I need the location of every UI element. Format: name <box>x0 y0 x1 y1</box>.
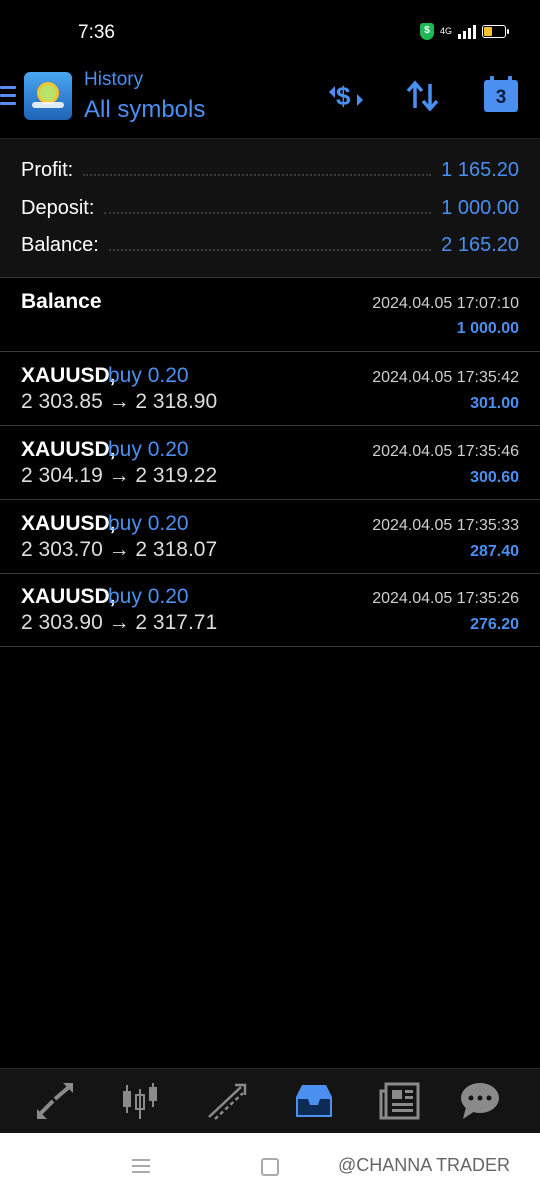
deal-symbol: XAUUSD, <box>21 585 116 608</box>
deal-type: buy 0.20 <box>108 364 189 387</box>
trade-lines-icon <box>208 1083 247 1120</box>
shield-icon: $ <box>419 23 434 40</box>
recent-apps-icon[interactable] <box>132 1159 150 1177</box>
status-bar: 7:36 $ 4G <box>0 0 540 64</box>
status-icons: $ 4G <box>419 23 509 40</box>
deal-prices: 2 304.19 → 2 319.22 <box>21 464 218 487</box>
system-navigation-bar: @CHANNA TRADER <box>0 1133 540 1200</box>
deal-symbol: XAUUSD, <box>21 438 116 461</box>
newspaper-icon <box>379 1082 420 1120</box>
chat-bubble-icon <box>461 1083 499 1119</box>
summary-panel: Profit: 1 165.20 Deposit: 1 000.00 Balan… <box>0 138 540 278</box>
deal-time: 2024.04.05 17:35:33 <box>372 517 519 534</box>
deal-type: buy 0.20 <box>108 585 189 608</box>
signal-icon <box>458 24 476 39</box>
deal-row[interactable]: XAUUSD, buy 0.20 2 303.70 → 2 318.07 202… <box>0 500 540 574</box>
history-tab[interactable] <box>292 1079 336 1123</box>
deal-type: buy 0.20 <box>108 512 189 535</box>
svg-text:$: $ <box>336 81 351 111</box>
deal-row[interactable]: XAUUSD, buy 0.20 2 303.85 → 2 318.90 202… <box>0 352 540 426</box>
deal-symbol: XAUUSD, <box>21 364 116 387</box>
deposit-label: Deposit: <box>21 196 95 219</box>
balance-op-label: Balance <box>21 290 102 313</box>
deal-type: buy 0.20 <box>108 438 189 461</box>
dotted-leader <box>108 239 432 251</box>
deposit-value: 1 000.00 <box>441 196 519 219</box>
candlestick-icon <box>123 1083 157 1119</box>
deposit-row: Deposit: 1 000.00 <box>21 193 519 223</box>
dollar-arrows-icon: $ <box>329 81 363 111</box>
deal-prices: 2 303.90 → 2 317.71 <box>21 611 218 634</box>
deal-profit: 276.20 <box>470 616 519 633</box>
page-subtitle: History <box>84 69 144 90</box>
balance-row: Balance: 2 165.20 <box>21 230 519 260</box>
deal-profit: 301.00 <box>470 395 519 412</box>
quotes-arrows-icon <box>37 1083 73 1119</box>
battery-icon <box>482 25 509 38</box>
watermark: @CHANNA TRADER <box>338 1155 510 1175</box>
balance-op-time: 2024.04.05 17:07:10 <box>372 295 519 312</box>
symbol-filter[interactable]: All symbols <box>84 96 205 124</box>
deal-row[interactable]: XAUUSD, buy 0.20 2 303.90 → 2 317.71 202… <box>0 573 540 647</box>
dotted-leader <box>104 202 432 214</box>
sort-arrows-icon <box>406 80 439 112</box>
metatrader-logo <box>24 72 72 120</box>
profit-row: Profit: 1 165.20 <box>21 155 519 185</box>
sort-button[interactable] <box>405 78 441 122</box>
menu-icon[interactable] <box>0 86 16 106</box>
deal-profit: 300.60 <box>470 469 519 486</box>
bottom-navigation <box>0 1068 540 1133</box>
app-bar <box>0 64 540 138</box>
deal-symbol: XAUUSD, <box>21 512 116 535</box>
news-tab[interactable] <box>378 1079 422 1123</box>
currency-filter-button[interactable]: $ <box>326 78 366 122</box>
calendar-button[interactable]: 3 <box>484 76 518 112</box>
profit-value: 1 165.20 <box>441 158 519 181</box>
balance-op-amount: 1 000.00 <box>456 320 519 337</box>
deal-row[interactable]: XAUUSD, buy 0.20 2 304.19 → 2 319.22 202… <box>0 426 540 500</box>
status-time: 7:36 <box>78 22 115 43</box>
balance-label: Balance: <box>21 233 99 256</box>
chat-tab[interactable] <box>458 1079 502 1123</box>
deal-time: 2024.04.05 17:35:42 <box>372 369 519 386</box>
deal-time: 2024.04.05 17:35:46 <box>372 443 519 460</box>
balance-operation-row[interactable]: Balance 2024.04.05 17:07:10 1 000.00 <box>0 277 540 352</box>
inbox-icon <box>296 1085 332 1117</box>
deal-prices: 2 303.85 → 2 318.90 <box>21 390 218 413</box>
deal-profit: 287.40 <box>470 543 519 560</box>
network-type: 4G <box>439 26 452 36</box>
trade-tab[interactable] <box>205 1079 249 1123</box>
deal-time: 2024.04.05 17:35:26 <box>372 590 519 607</box>
deal-prices: 2 303.70 → 2 318.07 <box>21 538 218 561</box>
chart-tab[interactable] <box>119 1079 163 1123</box>
balance-value: 2 165.20 <box>441 233 519 256</box>
dotted-leader <box>83 164 432 176</box>
profit-label: Profit: <box>21 158 74 181</box>
quotes-tab[interactable] <box>33 1079 77 1123</box>
home-icon[interactable] <box>261 1158 279 1176</box>
